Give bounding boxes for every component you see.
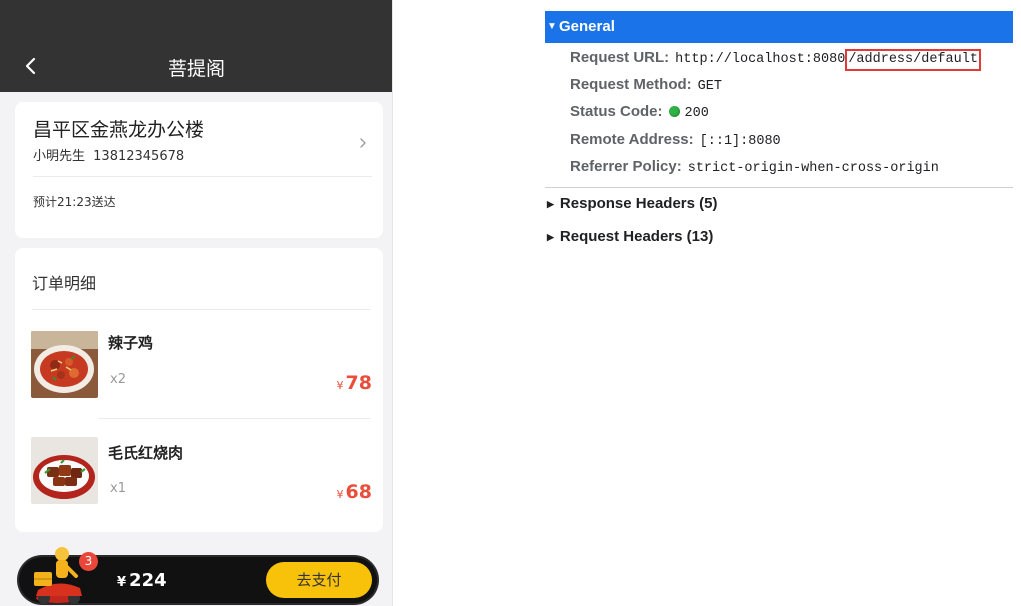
request-url-row: Request URL: http://localhost:8080/addres… [570,49,981,71]
request-method-row: Request Method: GET [570,76,722,94]
status-code-label: Status Code: [570,103,663,120]
address-title: 昌平区金燕龙办公楼 [33,119,205,141]
response-headers-toggle[interactable]: ▶ Response Headers (5) [547,195,717,212]
cart-total-value: 224 [129,570,167,591]
remote-address-row: Remote Address: [::1]:8080 [570,131,781,149]
request-method-label: Request Method: [570,76,692,93]
delivery-eta: 预计21:23送达 [33,195,116,209]
request-headers-label: Request Headers (13) [559,228,714,245]
currency-symbol: ¥ [336,488,344,501]
dish-image-braised-pork [31,437,98,504]
request-headers-toggle[interactable]: ▶ Request Headers (13) [547,228,713,245]
divider [33,176,372,177]
dish-price: ¥68 [337,481,372,503]
cart-total: ¥224 [117,570,167,591]
devtools-headers-panel: ▼ General Request URL: http://localhost:8… [545,0,1013,606]
currency-symbol: ¥ [117,575,127,590]
price-value: 78 [345,372,372,394]
page-title: 菩提阁 [167,58,225,80]
status-code-value: 200 [684,106,709,121]
order-detail-card: 订单明细 辣子鸡 x2 ¥78 毛氏红烧肉 x1 ¥ 68 [15,248,383,532]
remote-address-label: Remote Address: [570,131,694,148]
divider [98,418,371,419]
status-code-row: Status Code: 200 [570,103,709,121]
remote-address-value: [::1]:8080 [699,134,781,149]
referrer-policy-value: strict-origin-when-cross-origin [687,161,939,176]
dish-name: 辣子鸡 [108,334,154,352]
currency-symbol: ¥ [336,379,344,392]
divider [545,187,1013,188]
general-section-header[interactable]: ▼ General [545,11,1013,43]
request-url-label: Request URL: [570,49,670,66]
triangle-down-icon: ▼ [547,21,557,32]
dish-price: ¥78 [337,372,372,394]
request-method-value: GET [697,79,722,94]
chevron-right-icon[interactable] [358,136,368,150]
contact-name: 小明先生 [33,149,86,164]
dish-quantity: x2 [110,372,126,387]
dish-name: 毛氏红烧肉 [108,444,184,462]
general-label: General [559,18,615,35]
dish-image-spicy-chicken [31,331,98,398]
status-ok-dot-icon [668,106,680,117]
request-url-prefix: http://localhost:8080 [675,52,846,67]
divider [32,309,371,310]
referrer-policy-row: Referrer Policy: strict-origin-when-cross… [570,158,939,176]
contact-phone: 13812345678 [93,149,185,164]
dish-quantity: x1 [110,481,126,496]
order-detail-heading: 订单明细 [32,274,97,293]
mobile-screen: 菩提阁 昌平区金燕龙办公楼 小明先生 13812345678 预计21:23送达… [0,0,393,606]
triangle-right-icon: ▶ [547,232,554,242]
address-card[interactable]: 昌平区金燕龙办公楼 小明先生 13812345678 预计21:23送达 [15,102,383,238]
response-headers-label: Response Headers (5) [559,195,718,212]
pay-button[interactable]: 去支付 [266,562,372,598]
referrer-policy-label: Referrer Policy: [570,158,682,175]
top-nav-bar: 菩提阁 [0,0,392,92]
price-value: 68 [345,481,372,503]
address-contact: 小明先生 13812345678 [33,145,184,164]
request-url-path: /address/default [845,49,981,71]
triangle-right-icon: ▶ [547,199,554,209]
cart-count-badge: 3 [79,552,98,571]
